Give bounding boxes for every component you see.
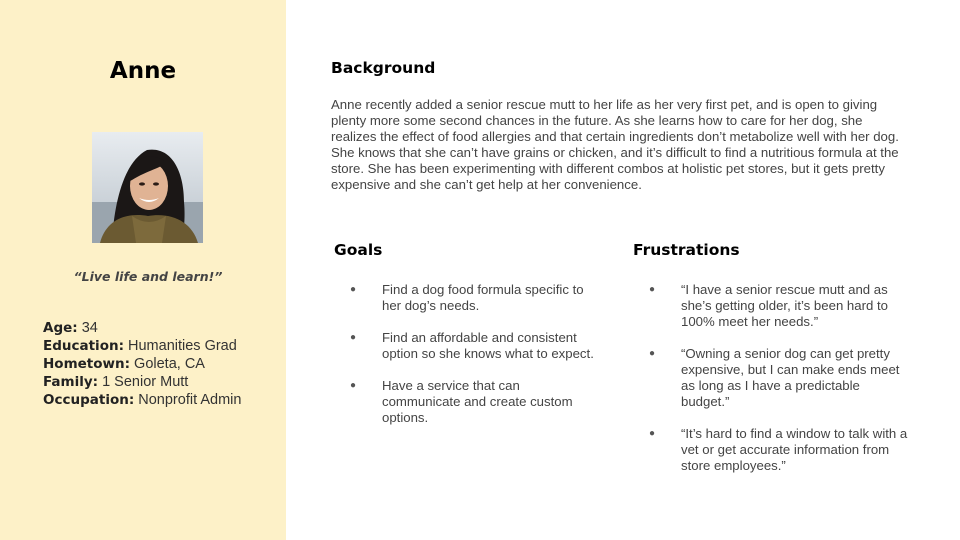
fact-occupation: Occupation: Nonprofit Admin	[43, 391, 241, 409]
persona-quote: “Live life and learn!”	[73, 269, 223, 284]
fact-value: Goleta, CA	[130, 356, 205, 372]
fact-label: Occupation:	[43, 392, 135, 408]
fact-value: 34	[77, 320, 98, 336]
list-item: ● Find a dog food formula specific to her…	[350, 282, 600, 314]
frustration-text: “I have a senior rescue mutt and as she’…	[681, 282, 888, 329]
bullet-icon: ●	[649, 428, 656, 439]
fact-value: 1 Senior Mutt	[98, 374, 189, 390]
persona-photo	[92, 132, 203, 243]
persona-sidebar: Anne “Live life and learn!” Age: 34 Educ…	[0, 0, 286, 540]
background-text: Anne recently added a senior rescue mutt…	[331, 97, 899, 192]
goals-heading: Goals	[334, 241, 383, 259]
fact-education: Education: Humanities Grad	[43, 337, 241, 355]
frustration-text: “Owning a senior dog can get pretty expe…	[681, 346, 900, 409]
fact-label: Age:	[43, 320, 78, 336]
bullet-icon: ●	[350, 332, 357, 343]
bullet-icon: ●	[350, 380, 357, 391]
list-item: ● “It’s hard to find a window to talk wit…	[649, 426, 911, 474]
fact-label: Education:	[43, 338, 124, 354]
list-item: ● Find an affordable and consistent optio…	[350, 330, 600, 362]
portrait-image	[92, 132, 203, 243]
frustrations-list: ● “I have a senior rescue mutt and as she…	[649, 282, 911, 490]
list-item: ● “Owning a senior dog can get pretty exp…	[649, 346, 911, 410]
goal-text: Find an affordable and consistent option…	[382, 330, 594, 361]
goal-text: Find a dog food formula specific to her …	[382, 282, 584, 313]
bullet-icon: ●	[649, 284, 656, 295]
background-heading: Background	[331, 59, 436, 77]
fact-family: Family: 1 Senior Mutt	[43, 373, 241, 391]
frustrations-heading: Frustrations	[633, 241, 740, 259]
fact-value: Nonprofit Admin	[134, 392, 242, 408]
list-item: ● “I have a senior rescue mutt and as she…	[649, 282, 911, 330]
goal-text: Have a service that can communicate and …	[382, 378, 573, 425]
frustration-text: “It’s hard to find a window to talk with…	[681, 426, 908, 473]
persona-facts: Age: 34 Education: Humanities Grad Homet…	[43, 319, 241, 409]
bullet-icon: ●	[350, 284, 357, 295]
fact-value: Humanities Grad	[123, 338, 237, 354]
goals-list: ● Find a dog food formula specific to her…	[350, 282, 600, 442]
fact-hometown: Hometown: Goleta, CA	[43, 355, 241, 373]
fact-label: Hometown:	[43, 356, 131, 372]
fact-label: Family:	[43, 374, 99, 390]
persona-name: Anne	[109, 58, 177, 84]
fact-age: Age: 34	[43, 319, 241, 337]
list-item: ● Have a service that can communicate and…	[350, 378, 600, 426]
bullet-icon: ●	[649, 348, 656, 359]
